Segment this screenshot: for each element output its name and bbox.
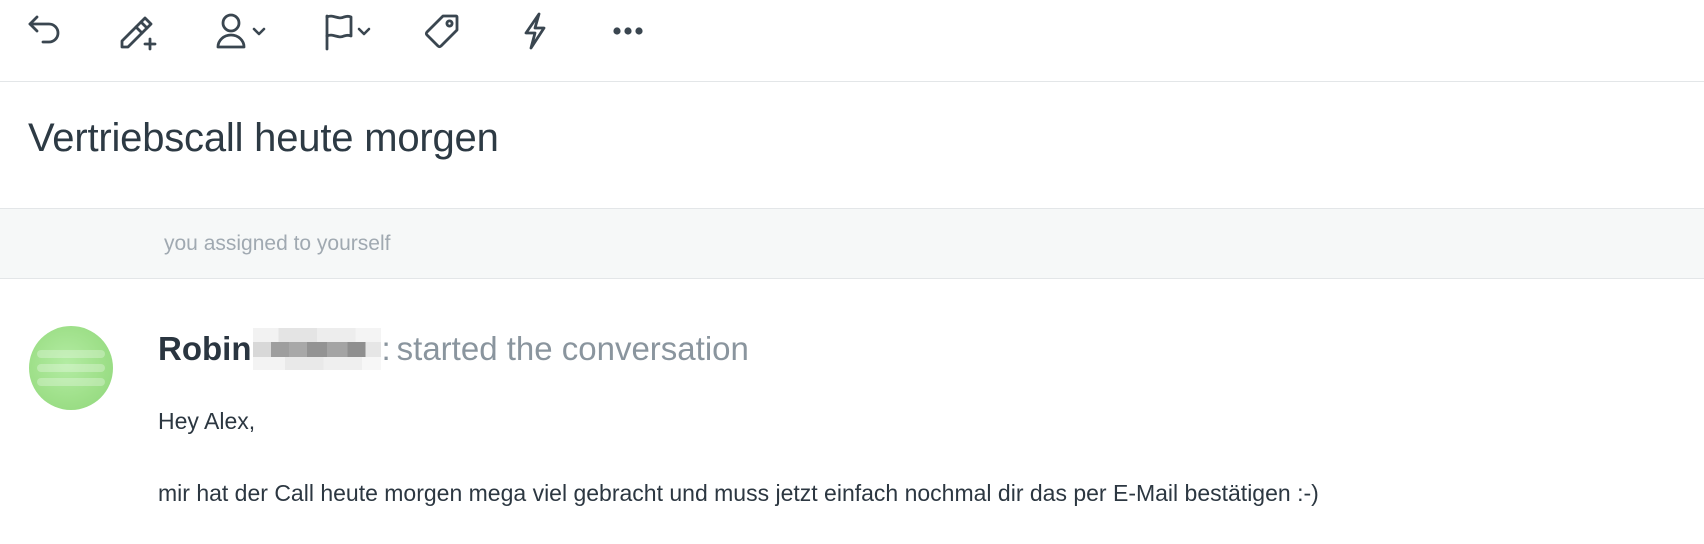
message: Robin : started the conversation Hey Ale… bbox=[0, 280, 1704, 544]
conversation-subject: Vertriebscall heute morgen bbox=[28, 116, 499, 160]
flag-icon bbox=[325, 14, 353, 51]
assign-user-icon bbox=[216, 13, 246, 49]
shortcuts-button[interactable] bbox=[518, 10, 552, 52]
activity-event: you assigned to yourself bbox=[0, 209, 1704, 279]
message-action: started the conversation bbox=[396, 330, 749, 367]
assignment-event-text: you assigned to yourself bbox=[164, 232, 391, 255]
assign-button[interactable] bbox=[212, 10, 270, 52]
chevron-down-icon bbox=[252, 27, 266, 36]
reply-button[interactable] bbox=[24, 10, 66, 52]
redacted-surname bbox=[253, 328, 382, 370]
message-body: mir hat der Call heute morgen mega viel … bbox=[158, 480, 1319, 506]
avatar[interactable] bbox=[29, 326, 113, 410]
more-icon bbox=[613, 27, 643, 35]
flag-button[interactable] bbox=[318, 10, 376, 52]
compose-button[interactable] bbox=[114, 10, 162, 52]
message-greeting: Hey Alex, bbox=[158, 408, 256, 434]
tag-icon bbox=[424, 14, 459, 49]
header-separator: : bbox=[381, 330, 391, 367]
subject-bar: Vertriebscall heute morgen bbox=[0, 82, 1704, 209]
more-button[interactable] bbox=[610, 10, 646, 52]
sender-name[interactable]: Robin bbox=[158, 330, 251, 368]
message-header: Robin : started the conversation bbox=[158, 325, 749, 373]
toolbar bbox=[0, 0, 1704, 82]
edit-add-icon bbox=[120, 16, 157, 51]
tag-button[interactable] bbox=[422, 10, 462, 52]
reply-icon bbox=[28, 15, 60, 44]
chevron-down-icon bbox=[357, 27, 371, 36]
lightning-icon bbox=[524, 12, 546, 50]
